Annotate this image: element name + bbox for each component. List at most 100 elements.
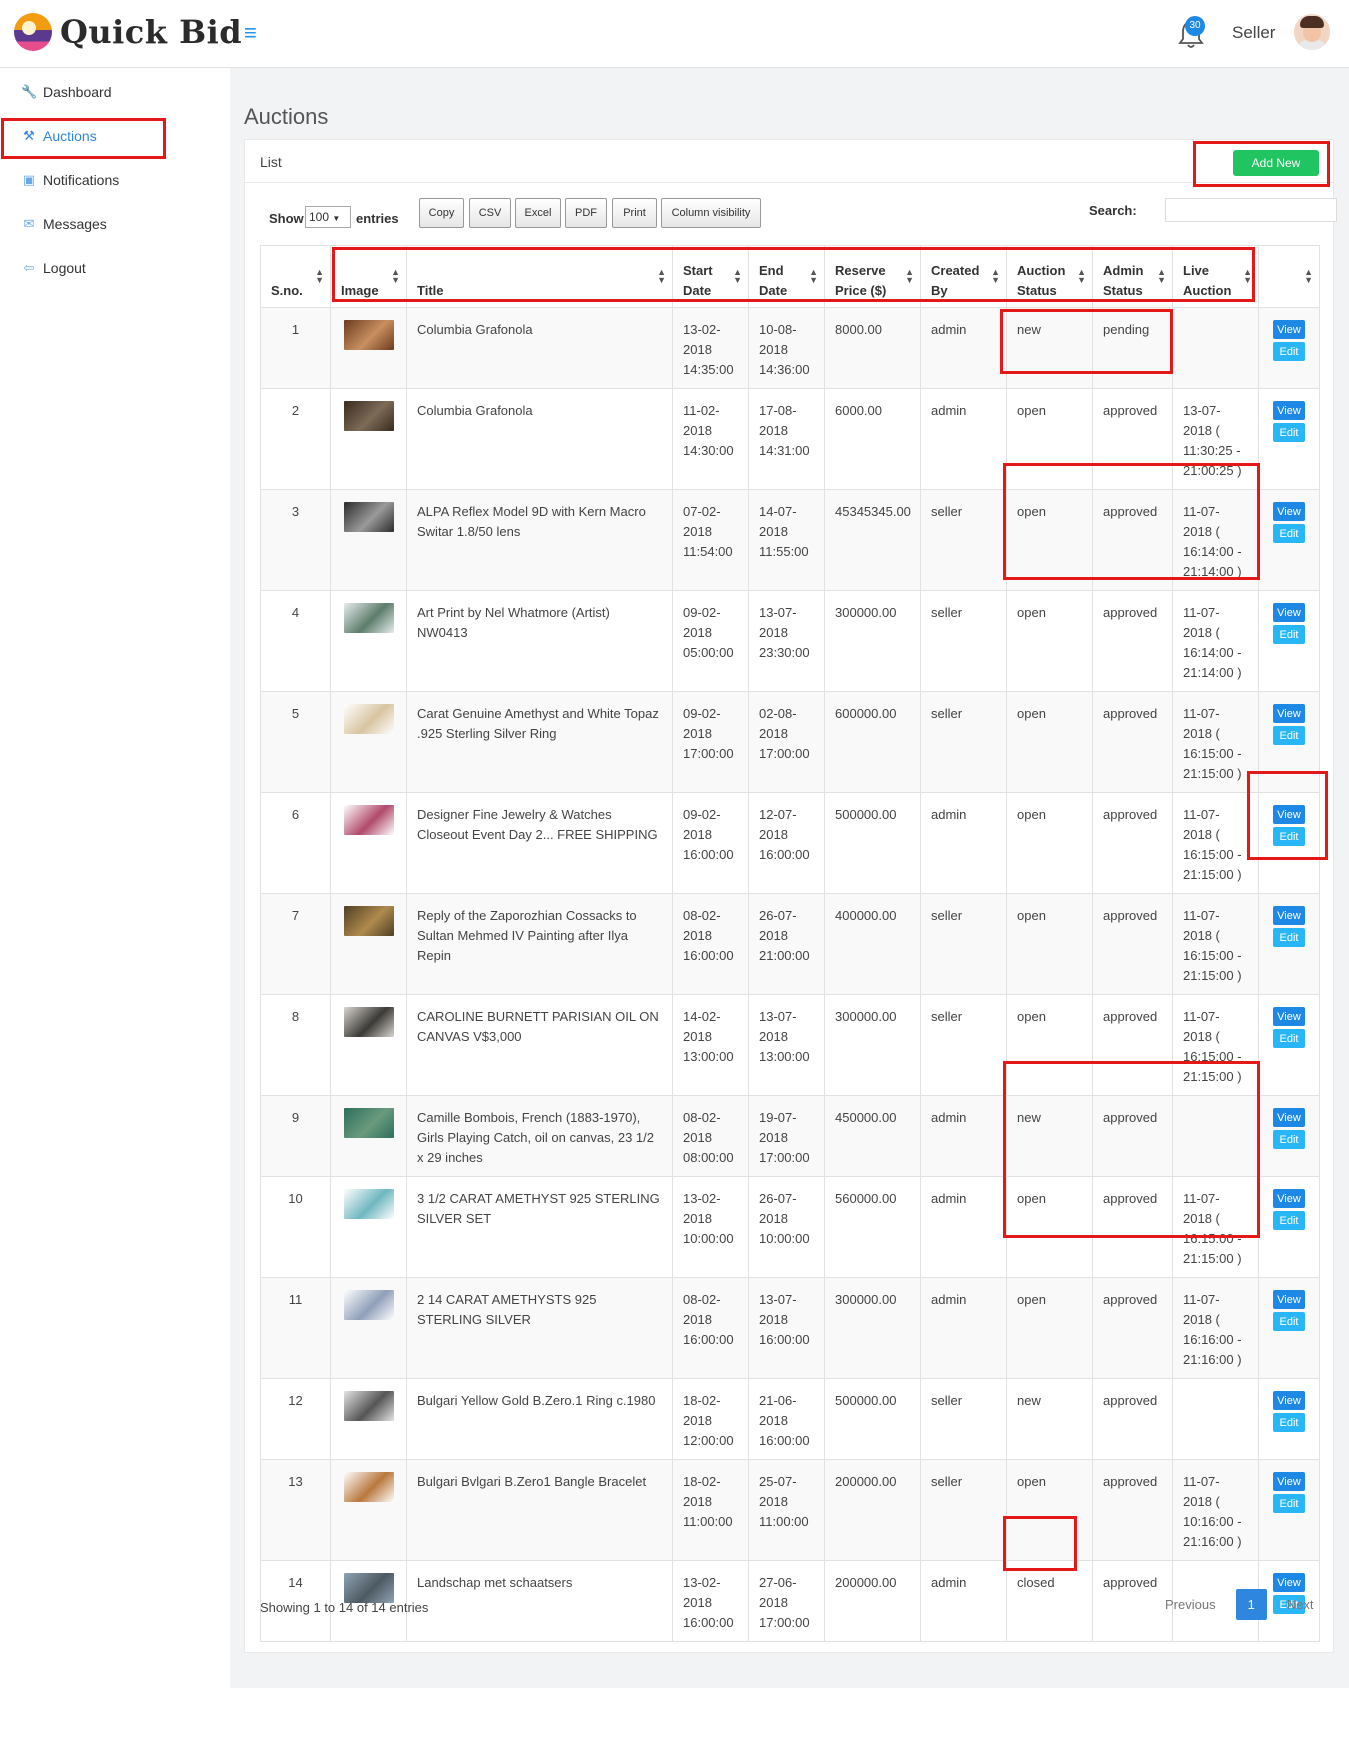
view-button[interactable]: View	[1273, 603, 1305, 622]
edit-button[interactable]: Edit	[1273, 726, 1305, 745]
csv-button[interactable]: CSV	[469, 198, 511, 228]
sidebar-item-dashboard[interactable]: 🔧 Dashboard	[0, 70, 230, 114]
sort-icon[interactable]: ▲ ▼	[991, 268, 1000, 285]
view-button[interactable]: View	[1273, 704, 1305, 723]
cell-created-by: seller	[920, 691, 1007, 793]
edit-button[interactable]: Edit	[1273, 1211, 1305, 1230]
col-end-date-header[interactable]: End Date ▲ ▼	[748, 245, 825, 308]
page-title: Auctions	[244, 104, 329, 129]
sidebar-item-auctions[interactable]: ⚒ Auctions	[0, 114, 230, 158]
auction-thumbnail[interactable]	[343, 1108, 394, 1138]
auction-thumbnail[interactable]	[343, 1391, 394, 1421]
edit-button[interactable]: Edit	[1273, 625, 1305, 644]
edit-button[interactable]: Edit	[1273, 928, 1305, 947]
view-button[interactable]: View	[1273, 401, 1305, 420]
menu-toggle-icon[interactable]: ≡	[244, 22, 257, 44]
view-button[interactable]: View	[1273, 1189, 1305, 1208]
previous-page-button[interactable]: Previous	[1151, 1589, 1230, 1620]
col-reserve-price-header[interactable]: Reserve Price ($) ▲ ▼	[824, 245, 921, 308]
user-avatar[interactable]	[1294, 14, 1330, 50]
entries-select[interactable]: 100 ▼	[305, 206, 351, 228]
header-label: By	[931, 283, 948, 298]
col-admin-status-header[interactable]: Admin Status ▲ ▼	[1092, 245, 1173, 308]
auction-thumbnail[interactable]	[343, 401, 394, 431]
edit-button[interactable]: Edit	[1273, 423, 1305, 442]
search-input[interactable]	[1165, 198, 1337, 222]
print-button[interactable]: Print	[612, 198, 657, 228]
col-start-date-header[interactable]: Start Date ▲ ▼	[672, 245, 749, 308]
page-1-button[interactable]: 1	[1235, 1589, 1267, 1620]
view-button[interactable]: View	[1273, 1108, 1305, 1127]
brand-logo[interactable]: Quick Bid	[14, 13, 242, 51]
column-visibility-button[interactable]: Column visibility	[661, 198, 761, 228]
cell-admin-status: pending	[1092, 307, 1173, 389]
sort-icon[interactable]: ▲ ▼	[391, 268, 400, 285]
sort-icon[interactable]: ▲ ▼	[809, 268, 818, 285]
col-created-by-header[interactable]: Created By ▲ ▼	[920, 245, 1007, 308]
excel-button[interactable]: Excel	[515, 198, 561, 228]
edit-button[interactable]: Edit	[1273, 342, 1305, 361]
pdf-button[interactable]: PDF	[565, 198, 607, 228]
add-new-button[interactable]: Add New	[1233, 150, 1319, 176]
view-button[interactable]: View	[1273, 1007, 1305, 1026]
header-label: Auction	[1183, 283, 1232, 298]
cell-reserve-price: 600000.00	[824, 691, 921, 793]
sort-icon[interactable]: ▲ ▼	[1077, 268, 1086, 285]
edit-button[interactable]: Edit	[1273, 1494, 1305, 1513]
sidebar-item-messages[interactable]: ✉ Messages	[0, 202, 230, 246]
auction-thumbnail[interactable]	[343, 320, 394, 350]
col-sno-header[interactable]: S.no. ▲ ▼	[260, 245, 331, 308]
auction-thumbnail[interactable]	[343, 1472, 394, 1502]
view-button[interactable]: View	[1273, 1472, 1305, 1491]
cell-sno: 6	[260, 792, 331, 894]
sidebar-item-logout[interactable]: ⇦ Logout	[0, 246, 230, 290]
col-auction-status-header[interactable]: Auction Status ▲ ▼	[1006, 245, 1093, 308]
auction-thumbnail[interactable]	[343, 1007, 394, 1037]
cell-start-date: 07-02- 2018 11:54:00	[672, 489, 749, 591]
view-button[interactable]: View	[1273, 805, 1305, 824]
sidebar-item-label: Messages	[43, 216, 107, 232]
view-button[interactable]: View	[1273, 1391, 1305, 1410]
copy-button[interactable]: Copy	[419, 198, 464, 228]
cell-admin-status: approved	[1092, 388, 1173, 490]
auction-thumbnail[interactable]	[343, 906, 394, 936]
auction-thumbnail[interactable]	[343, 805, 394, 835]
edit-button[interactable]: Edit	[1273, 1413, 1305, 1432]
view-button[interactable]: View	[1273, 1290, 1305, 1309]
view-button[interactable]: View	[1273, 502, 1305, 521]
cell-title: 3 1/2 CARAT AMETHYST 925 STERLING SILVER…	[406, 1176, 673, 1278]
sort-icon[interactable]: ▲ ▼	[1157, 268, 1166, 285]
sidebar-item-notifications[interactable]: ▣ Notifications	[0, 158, 230, 202]
sort-icon[interactable]: ▲ ▼	[1304, 268, 1313, 285]
sort-icon[interactable]: ▲ ▼	[905, 268, 914, 285]
edit-button[interactable]: Edit	[1273, 1130, 1305, 1149]
col-title-header[interactable]: Title ▲ ▼	[406, 245, 673, 308]
sort-icon[interactable]: ▲ ▼	[1243, 268, 1252, 285]
cell-live-auction	[1172, 1095, 1259, 1177]
next-page-button[interactable]: Next	[1273, 1589, 1328, 1620]
edit-button[interactable]: Edit	[1273, 524, 1305, 543]
edit-button[interactable]: Edit	[1273, 1312, 1305, 1331]
auction-thumbnail[interactable]	[343, 1290, 394, 1320]
sort-icon[interactable]: ▲ ▼	[657, 268, 666, 285]
auction-thumbnail[interactable]	[343, 1189, 394, 1219]
cell-start-date: 08-02- 2018 16:00:00	[672, 1277, 749, 1379]
col-live-auction-header[interactable]: Live Auction ▲ ▼	[1172, 245, 1259, 308]
cell-image	[330, 1277, 407, 1379]
sort-icon[interactable]: ▲ ▼	[733, 268, 742, 285]
view-button[interactable]: View	[1273, 320, 1305, 339]
auction-thumbnail[interactable]	[343, 1573, 394, 1603]
auction-thumbnail[interactable]	[343, 502, 394, 532]
edit-button[interactable]: Edit	[1273, 827, 1305, 846]
sort-icon[interactable]: ▲ ▼	[315, 268, 324, 285]
user-role-label[interactable]: Seller	[1232, 23, 1275, 43]
cell-live-auction	[1172, 307, 1259, 389]
cell-title: Designer Fine Jewelry & Watches Closeout…	[406, 792, 673, 894]
edit-button[interactable]: Edit	[1273, 1029, 1305, 1048]
header-label: Title	[417, 283, 444, 298]
auction-thumbnail[interactable]	[343, 704, 394, 734]
col-actions-header[interactable]: ▲ ▼	[1258, 245, 1320, 308]
auction-thumbnail[interactable]	[343, 603, 394, 633]
view-button[interactable]: View	[1273, 906, 1305, 925]
col-image-header[interactable]: Image ▲ ▼	[330, 245, 407, 308]
